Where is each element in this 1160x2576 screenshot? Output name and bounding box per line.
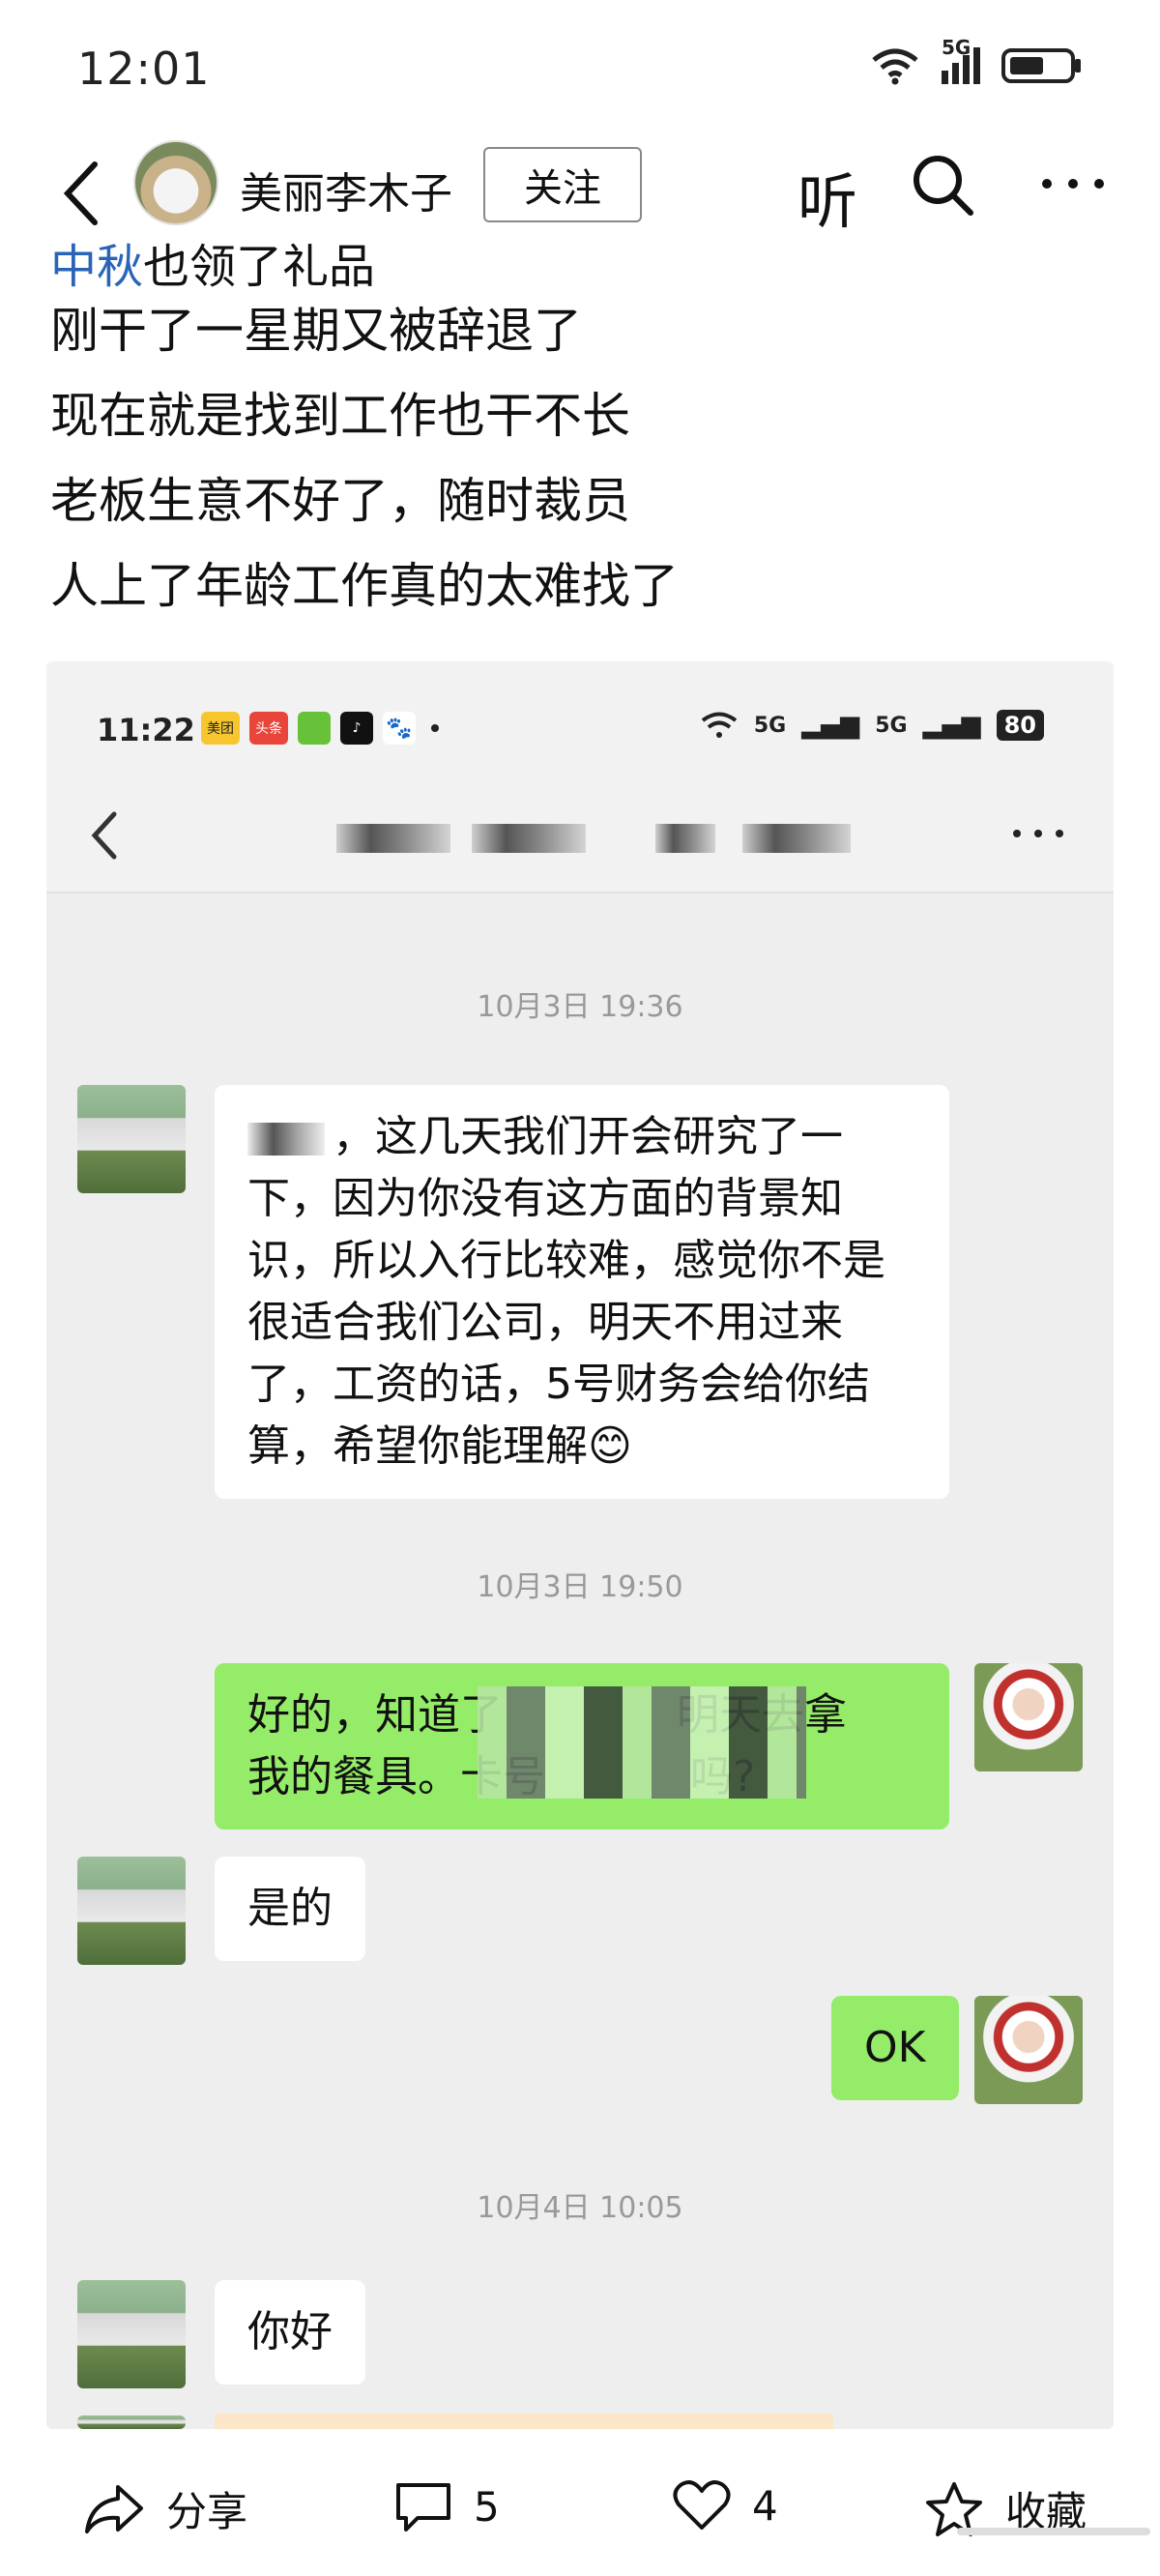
search-icon[interactable] bbox=[909, 151, 976, 219]
sender-avatar bbox=[77, 2280, 186, 2388]
status-icons: 5G bbox=[870, 36, 1083, 85]
battery-icon bbox=[1001, 48, 1081, 83]
home-indicator bbox=[957, 2528, 1150, 2535]
toutiao-icon: 头条 bbox=[249, 712, 288, 745]
comment-icon bbox=[396, 2483, 450, 2532]
post-line: 现在就是找到工作也干不长 bbox=[50, 388, 630, 444]
signal-bars-icon: ▂▄▆ bbox=[801, 711, 860, 740]
more-dot-icon bbox=[431, 724, 439, 732]
status-time: 12:01 bbox=[77, 43, 211, 95]
signal-5g-label: 5G bbox=[753, 713, 787, 738]
image-status-icons: 5G ▂▄▆ 5G ▂▄▆ 80 bbox=[700, 710, 1044, 741]
status-bar: 12:01 5G bbox=[0, 0, 1160, 135]
post-content: 中秋也领了礼品 刚干了一星期又被辞退了 现在就是找到工作也干不长 老板生意不好了… bbox=[50, 242, 1114, 629]
blurred-contact-name bbox=[336, 824, 450, 853]
comment-button[interactable]: 5 bbox=[394, 2479, 500, 2533]
message-bubble: 你好 bbox=[215, 2280, 365, 2385]
blurred-contact-name bbox=[742, 824, 851, 853]
sender-avatar bbox=[77, 1857, 186, 1965]
chat-timestamp: 10月3日 19:36 bbox=[477, 990, 683, 1024]
app-notification-icons: 美团 头条 ♪ 🐾 bbox=[201, 712, 439, 745]
back-icon bbox=[91, 811, 117, 860]
signal-5g-label: 5G bbox=[875, 713, 908, 738]
share-label: 分享 bbox=[166, 2488, 248, 2535]
listen-button[interactable]: 听 bbox=[798, 153, 857, 240]
calculator-icon bbox=[298, 712, 331, 745]
like-button[interactable]: 4 bbox=[673, 2479, 778, 2532]
share-icon bbox=[85, 2484, 143, 2533]
network-label: 5G bbox=[942, 36, 972, 59]
signal-bars-icon: ▂▄▆ bbox=[922, 711, 981, 740]
post-line: 人上了年龄工作真的太难找了 bbox=[50, 558, 679, 614]
image-status-time: 11:22 bbox=[97, 712, 195, 748]
cellular-icon: 5G bbox=[942, 36, 980, 84]
baidu-icon: 🐾 bbox=[383, 712, 416, 745]
post-partial-line: 中秋也领了礼品 bbox=[50, 242, 1114, 288]
blurred-contact-name bbox=[472, 824, 586, 853]
partial-next-message bbox=[215, 2414, 833, 2429]
message-bubble: 是的 bbox=[215, 1857, 365, 1961]
author-name[interactable]: 美丽李木子 bbox=[240, 159, 452, 220]
censored-region bbox=[478, 1686, 806, 1799]
share-button[interactable]: 分享 bbox=[83, 2479, 247, 2538]
post-line: 刚干了一星期又被辞退了 bbox=[50, 303, 582, 359]
meituan-icon: 美团 bbox=[201, 712, 240, 745]
chat-timestamp: 10月4日 10:05 bbox=[477, 2191, 683, 2225]
more-options-icon bbox=[1013, 830, 1063, 837]
like-count: 4 bbox=[752, 2481, 778, 2530]
author-avatar[interactable] bbox=[133, 140, 218, 225]
follow-button[interactable]: 关注 bbox=[483, 147, 642, 222]
tiktok-icon: ♪ bbox=[340, 712, 373, 745]
more-options-icon[interactable] bbox=[1039, 164, 1107, 203]
image-chat-nav bbox=[46, 777, 1114, 893]
bottom-action-bar: 分享 5 4 收藏 bbox=[0, 2437, 1160, 2576]
heart-icon bbox=[673, 2480, 731, 2530]
chat-timestamp: 10月3日 19:50 bbox=[477, 1570, 683, 1604]
message-bubble: OK bbox=[831, 1996, 959, 2100]
back-button[interactable] bbox=[48, 155, 116, 232]
message-bubble: ，这几天我们开会研究了一下，因为你没有这方面的背景知识，所以入行比较难，感觉你不… bbox=[215, 1085, 949, 1499]
topic-link[interactable]: 中秋 bbox=[50, 242, 143, 288]
battery-level: 80 bbox=[996, 710, 1044, 741]
sender-avatar bbox=[77, 1085, 186, 1193]
blurred-contact-name bbox=[655, 824, 715, 853]
blurred-name bbox=[247, 1123, 325, 1156]
own-avatar bbox=[974, 1663, 1083, 1771]
wifi-icon bbox=[872, 48, 918, 85]
sender-avatar bbox=[77, 2415, 186, 2429]
post-image[interactable]: 11:22 美团 头条 ♪ 🐾 5G ▂▄▆ 5G ▂▄▆ 80 10月3日 1… bbox=[46, 661, 1114, 2429]
comment-count: 5 bbox=[474, 2482, 500, 2531]
wifi-icon bbox=[701, 712, 738, 738]
post-header: 美丽李木子 关注 听 bbox=[0, 135, 1160, 247]
post-line: 老板生意不好了，随时裁员 bbox=[50, 473, 630, 529]
own-avatar bbox=[974, 1996, 1083, 2104]
image-status-bar: 11:22 美团 头条 ♪ 🐾 5G ▂▄▆ 5G ▂▄▆ 80 bbox=[46, 661, 1114, 777]
